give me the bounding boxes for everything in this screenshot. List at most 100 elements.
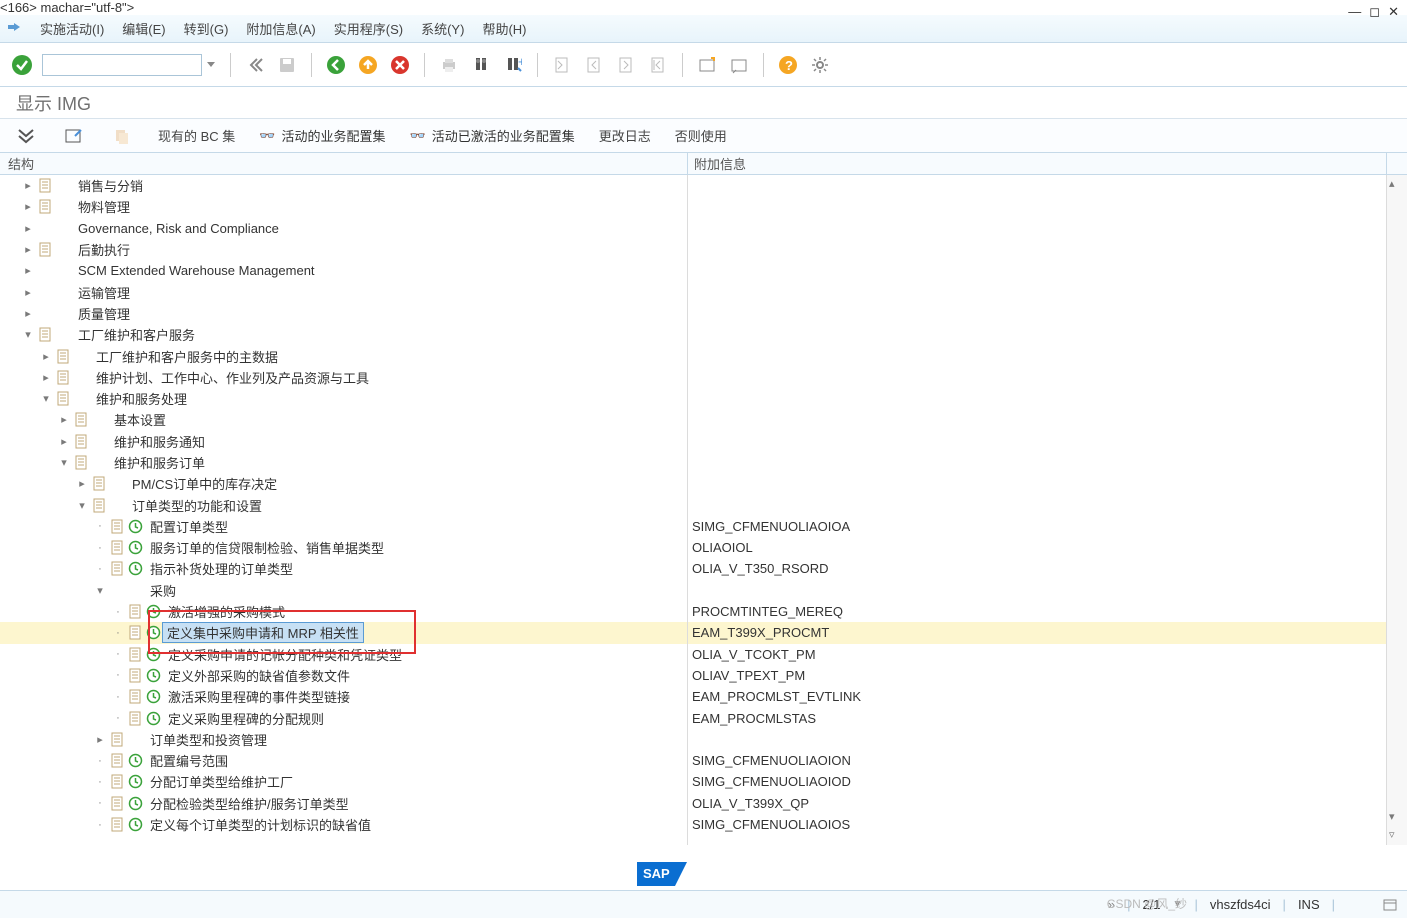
tree-row[interactable]: ·服务订单的信贷限制检验、销售单据类型 [0, 537, 687, 558]
doc-icon[interactable] [108, 732, 126, 747]
close-icon[interactable]: ✕ [1388, 4, 1399, 20]
menu-extra[interactable]: 附加信息(A) [246, 19, 315, 38]
dropdown-icon[interactable] [204, 53, 218, 77]
column-structure[interactable]: 结构 [0, 153, 688, 174]
settings-icon[interactable] [808, 53, 832, 77]
activity-icon[interactable] [144, 689, 162, 704]
change-log-button[interactable]: 更改日志 [599, 126, 651, 145]
activity-icon[interactable] [144, 711, 162, 726]
menu-help[interactable]: 帮助(H) [482, 19, 526, 38]
expand-icon[interactable]: · [92, 563, 108, 575]
doc-icon[interactable] [108, 796, 126, 811]
activity-icon[interactable] [144, 668, 162, 683]
activity-icon[interactable] [126, 796, 144, 811]
expand-icon[interactable]: ▾ [74, 499, 90, 512]
expand-icon[interactable]: · [110, 669, 126, 681]
expand-icon[interactable]: · [92, 542, 108, 554]
exit-icon[interactable] [356, 53, 380, 77]
menu-edit[interactable]: 编辑(E) [122, 19, 165, 38]
expand-icon[interactable]: · [92, 520, 108, 532]
activity-icon[interactable] [144, 647, 162, 662]
expand-icon[interactable]: ▸ [20, 307, 36, 320]
activity-icon[interactable] [126, 561, 144, 576]
expand-icon[interactable]: · [92, 755, 108, 767]
doc-icon[interactable] [90, 498, 108, 513]
expand-icon[interactable]: ▾ [38, 392, 54, 405]
tree-row[interactable]: ·分配检验类型给维护/服务订单类型 [0, 793, 687, 814]
tree-row[interactable]: ·定义采购里程碑的分配规则 [0, 707, 687, 728]
activity-icon[interactable] [144, 604, 162, 619]
tree-row[interactable]: ·指示补货处理的订单类型 [0, 558, 687, 579]
expand-icon[interactable]: ▸ [20, 286, 36, 299]
find-next-icon[interactable]: + [501, 53, 525, 77]
menu-impl[interactable]: 实施活动(I) [40, 19, 104, 38]
maximize-icon[interactable]: ◻ [1369, 4, 1380, 20]
tree-row[interactable]: ▸物料管理 [0, 196, 687, 217]
ok-button[interactable] [10, 53, 34, 77]
expand-icon[interactable]: · [92, 776, 108, 788]
doc-icon[interactable] [108, 561, 126, 576]
doc-icon[interactable] [108, 540, 126, 555]
system-menu-icon[interactable] [6, 21, 22, 37]
scroll-up-icon[interactable]: ▴ [1389, 177, 1395, 190]
expand-icon[interactable]: ▸ [92, 733, 108, 746]
activity-icon[interactable] [126, 753, 144, 768]
shortcut-icon[interactable] [727, 53, 751, 77]
expand-icon[interactable]: ▸ [74, 477, 90, 490]
tree-row[interactable]: ▾工厂维护和客户服务 [0, 324, 687, 345]
tree-row[interactable]: ▾订单类型的功能和设置 [0, 494, 687, 515]
tree-row[interactable]: ▸基本设置 [0, 409, 687, 430]
expand-icon[interactable]: ▸ [20, 179, 36, 192]
menu-system[interactable]: 系统(Y) [421, 19, 464, 38]
active-bc-button[interactable]: 👓活动的业务配置集 [259, 126, 385, 145]
expand-icon[interactable]: · [110, 712, 126, 724]
expand-all-icon[interactable] [14, 124, 38, 148]
new-session-icon[interactable] [695, 53, 719, 77]
doc-icon[interactable] [36, 327, 54, 342]
doc-icon[interactable] [126, 647, 144, 662]
doc-icon[interactable] [126, 625, 144, 640]
tree-row[interactable]: ▸维护计划、工作中心、作业列及产品资源与工具 [0, 367, 687, 388]
tree-row[interactable]: ·定义集中采购申请和 MRP 相关性 [0, 622, 687, 643]
tree-row[interactable]: ▸Governance, Risk and Compliance [0, 218, 687, 239]
back-icon[interactable] [324, 53, 348, 77]
tree-row[interactable]: ▸后勤执行 [0, 239, 687, 260]
expand-icon[interactable]: ▸ [56, 435, 72, 448]
expand-icon[interactable]: · [110, 648, 126, 660]
doc-icon[interactable] [72, 455, 90, 470]
tree-row[interactable]: ▸工厂维护和客户服务中的主数据 [0, 345, 687, 366]
tree-row[interactable]: ·定义每个订单类型的计划标识的缺省值 [0, 814, 687, 835]
tree-row[interactable]: ·激活增强的采购模式 [0, 601, 687, 622]
doc-icon[interactable] [54, 370, 72, 385]
doc-icon[interactable] [126, 668, 144, 683]
tree-row[interactable]: ▸维护和服务通知 [0, 431, 687, 452]
tree-row[interactable]: ·分配订单类型给维护工厂 [0, 771, 687, 792]
column-info[interactable]: 附加信息 [688, 153, 1387, 174]
copy-icon[interactable] [110, 124, 134, 148]
expand-icon[interactable]: · [92, 797, 108, 809]
command-field[interactable] [42, 54, 202, 76]
doc-icon[interactable] [108, 519, 126, 534]
expand-icon[interactable]: ▾ [92, 584, 108, 597]
doc-icon[interactable] [126, 604, 144, 619]
expand-icon[interactable]: · [110, 691, 126, 703]
status-menu-icon[interactable] [1383, 898, 1397, 912]
vertical-scrollbar[interactable]: ▴ ▾ ▿ [1387, 175, 1407, 845]
tree-row[interactable]: ·定义外部采购的缺省值参数文件 [0, 665, 687, 686]
tree-row[interactable]: ·配置订单类型 [0, 516, 687, 537]
doc-icon[interactable] [36, 178, 54, 193]
find-icon[interactable] [469, 53, 493, 77]
expand-icon[interactable]: ▸ [20, 222, 36, 235]
collapse-icon[interactable] [243, 53, 267, 77]
doc-icon[interactable] [108, 817, 126, 832]
cancel-icon[interactable] [388, 53, 412, 77]
tree-row[interactable]: ·激活采购里程碑的事件类型链接 [0, 686, 687, 707]
activity-icon[interactable] [126, 540, 144, 555]
expand-icon[interactable]: · [110, 627, 126, 639]
tree-row[interactable]: ·定义采购申请的记帐分配种类和凭证类型 [0, 644, 687, 665]
activated-bc-button[interactable]: 👓活动已激活的业务配置集 [410, 126, 575, 145]
activity-icon[interactable] [126, 774, 144, 789]
expand-icon[interactable]: ▸ [20, 264, 36, 277]
tree-row[interactable]: ▸PM/CS订单中的库存决定 [0, 473, 687, 494]
position-icon[interactable] [62, 124, 86, 148]
